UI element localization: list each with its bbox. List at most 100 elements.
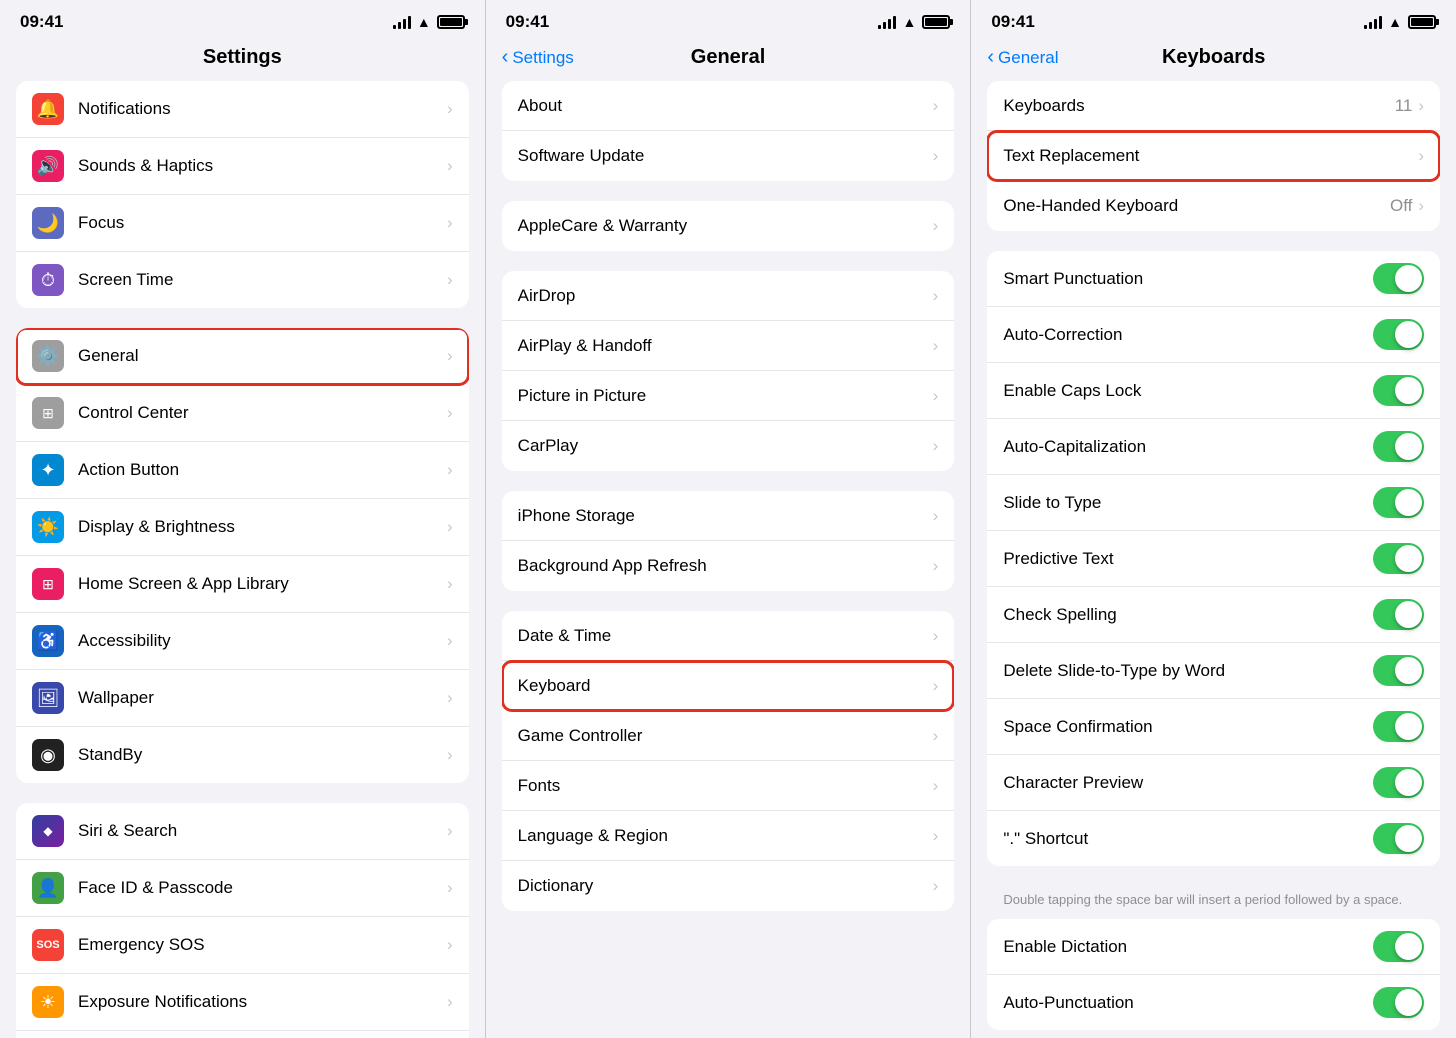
smart-punctuation-label: Smart Punctuation [1003,269,1373,289]
enable-caps-lock-label: Enable Caps Lock [1003,381,1373,401]
one-handed-value: Off [1390,196,1412,216]
time-2: 09:41 [506,12,549,32]
row-focus[interactable]: 🌙 Focus › [16,195,469,252]
face-id-label: Face ID & Passcode [78,878,447,898]
accessibility-icon: ♿ [32,625,64,657]
general-chevron: › [447,346,453,366]
row-game-controller[interactable]: Game Controller › [502,711,955,761]
row-display[interactable]: ☀️ Display & Brightness › [16,499,469,556]
row-software-update[interactable]: Software Update › [502,131,955,181]
row-applecare[interactable]: AppleCare & Warranty › [502,201,955,251]
check-spelling-toggle[interactable] [1373,599,1424,630]
keyboards-count-chevron: › [1418,96,1424,116]
row-auto-capitalization[interactable]: Auto-Capitalization [987,419,1440,475]
row-dictionary[interactable]: Dictionary › [502,861,955,911]
row-accessibility[interactable]: ♿ Accessibility › [16,613,469,670]
fonts-chevron: › [933,776,939,796]
row-keyboards-count[interactable]: Keyboards 11 › [987,81,1440,131]
control-center-label: Control Center [78,403,447,423]
wifi-icon-3: ▲ [1388,14,1402,30]
row-character-preview[interactable]: Character Preview [987,755,1440,811]
time-3: 09:41 [991,12,1034,32]
space-confirmation-toggle[interactable] [1373,711,1424,742]
enable-dictation-toggle[interactable] [1373,931,1424,962]
row-control-center[interactable]: ⊞ Control Center › [16,385,469,442]
row-enable-caps-lock[interactable]: Enable Caps Lock [987,363,1440,419]
back-button-3[interactable]: ‹ General [987,46,1058,69]
about-label: About [518,96,933,116]
screen-time-chevron: › [447,270,453,290]
row-exposure[interactable]: ☀ Exposure Notifications › [16,974,469,1031]
row-language-region[interactable]: Language & Region › [502,811,955,861]
signal-icon-2 [878,15,896,29]
row-auto-punctuation[interactable]: Auto-Punctuation [987,975,1440,1030]
notifications-chevron: › [447,99,453,119]
row-face-id[interactable]: 👤 Face ID & Passcode › [16,860,469,917]
predictive-text-toggle[interactable] [1373,543,1424,574]
airplay-chevron: › [933,336,939,356]
row-delete-slide[interactable]: Delete Slide-to-Type by Word [987,643,1440,699]
auto-correction-toggle[interactable] [1373,319,1424,350]
row-fonts[interactable]: Fonts › [502,761,955,811]
row-one-handed[interactable]: One-Handed Keyboard Off › [987,181,1440,231]
back-button-2[interactable]: ‹ Settings [502,46,574,69]
row-smart-punctuation[interactable]: Smart Punctuation [987,251,1440,307]
row-wallpaper[interactable]: 🖼 Wallpaper › [16,670,469,727]
delete-slide-label: Delete Slide-to-Type by Word [1003,661,1373,681]
period-shortcut-toggle[interactable] [1373,823,1424,854]
iphone-storage-label: iPhone Storage [518,506,933,526]
row-carplay[interactable]: CarPlay › [502,421,955,471]
face-id-chevron: › [447,878,453,898]
row-period-shortcut[interactable]: "." Shortcut [987,811,1440,866]
row-background-refresh[interactable]: Background App Refresh › [502,541,955,591]
auto-capitalization-toggle[interactable] [1373,431,1424,462]
character-preview-toggle[interactable] [1373,767,1424,798]
row-battery[interactable]: 🔋 Battery › [16,1031,469,1038]
row-check-spelling[interactable]: Check Spelling [987,587,1440,643]
accessibility-label: Accessibility [78,631,447,651]
row-home-screen[interactable]: ⊞ Home Screen & App Library › [16,556,469,613]
pip-chevron: › [933,386,939,406]
row-pip[interactable]: Picture in Picture › [502,371,955,421]
row-action-button[interactable]: ✦ Action Button › [16,442,469,499]
row-auto-correction[interactable]: Auto-Correction [987,307,1440,363]
row-airplay[interactable]: AirPlay & Handoff › [502,321,955,371]
keyboard-label: Keyboard [518,676,933,696]
row-notifications[interactable]: 🔔 Notifications › [16,81,469,138]
auto-punctuation-toggle[interactable] [1373,987,1424,1018]
fonts-label: Fonts [518,776,933,796]
notifications-icon: 🔔 [32,93,64,125]
row-emergency[interactable]: SOS Emergency SOS › [16,917,469,974]
row-general[interactable]: ⚙️ General › [16,328,469,385]
panel2-title: General [691,46,765,69]
row-standby[interactable]: ◉ StandBy › [16,727,469,783]
row-screen-time[interactable]: ⏱ Screen Time › [16,252,469,308]
row-keyboard[interactable]: Keyboard › [502,661,955,711]
exposure-label: Exposure Notifications [78,992,447,1012]
text-replacement-label: Text Replacement [1003,146,1418,166]
row-enable-dictation[interactable]: Enable Dictation [987,919,1440,975]
status-icons-1: ▲ [393,14,465,30]
row-space-confirmation[interactable]: Space Confirmation [987,699,1440,755]
auto-punctuation-label: Auto-Punctuation [1003,993,1373,1013]
row-date-time[interactable]: Date & Time › [502,611,955,661]
row-siri-search[interactable]: ◆ Siri & Search › [16,803,469,860]
row-about[interactable]: About › [502,81,955,131]
sounds-label: Sounds & Haptics [78,156,447,176]
panel3-title: Keyboards [1162,46,1265,69]
row-predictive-text[interactable]: Predictive Text [987,531,1440,587]
slide-to-type-toggle[interactable] [1373,487,1424,518]
keyboards-group-2: Smart Punctuation Auto-Correction Enable… [987,251,1440,866]
row-sounds[interactable]: 🔊 Sounds & Haptics › [16,138,469,195]
row-text-replacement[interactable]: Text Replacement › [987,131,1440,181]
keyboards-count-label: Keyboards [1003,96,1394,116]
row-slide-to-type[interactable]: Slide to Type [987,475,1440,531]
status-icons-2: ▲ [878,14,950,30]
smart-punctuation-toggle[interactable] [1373,263,1424,294]
enable-caps-lock-toggle[interactable] [1373,375,1424,406]
pip-label: Picture in Picture [518,386,933,406]
standby-label: StandBy [78,745,447,765]
row-airdrop[interactable]: AirDrop › [502,271,955,321]
row-iphone-storage[interactable]: iPhone Storage › [502,491,955,541]
delete-slide-toggle[interactable] [1373,655,1424,686]
